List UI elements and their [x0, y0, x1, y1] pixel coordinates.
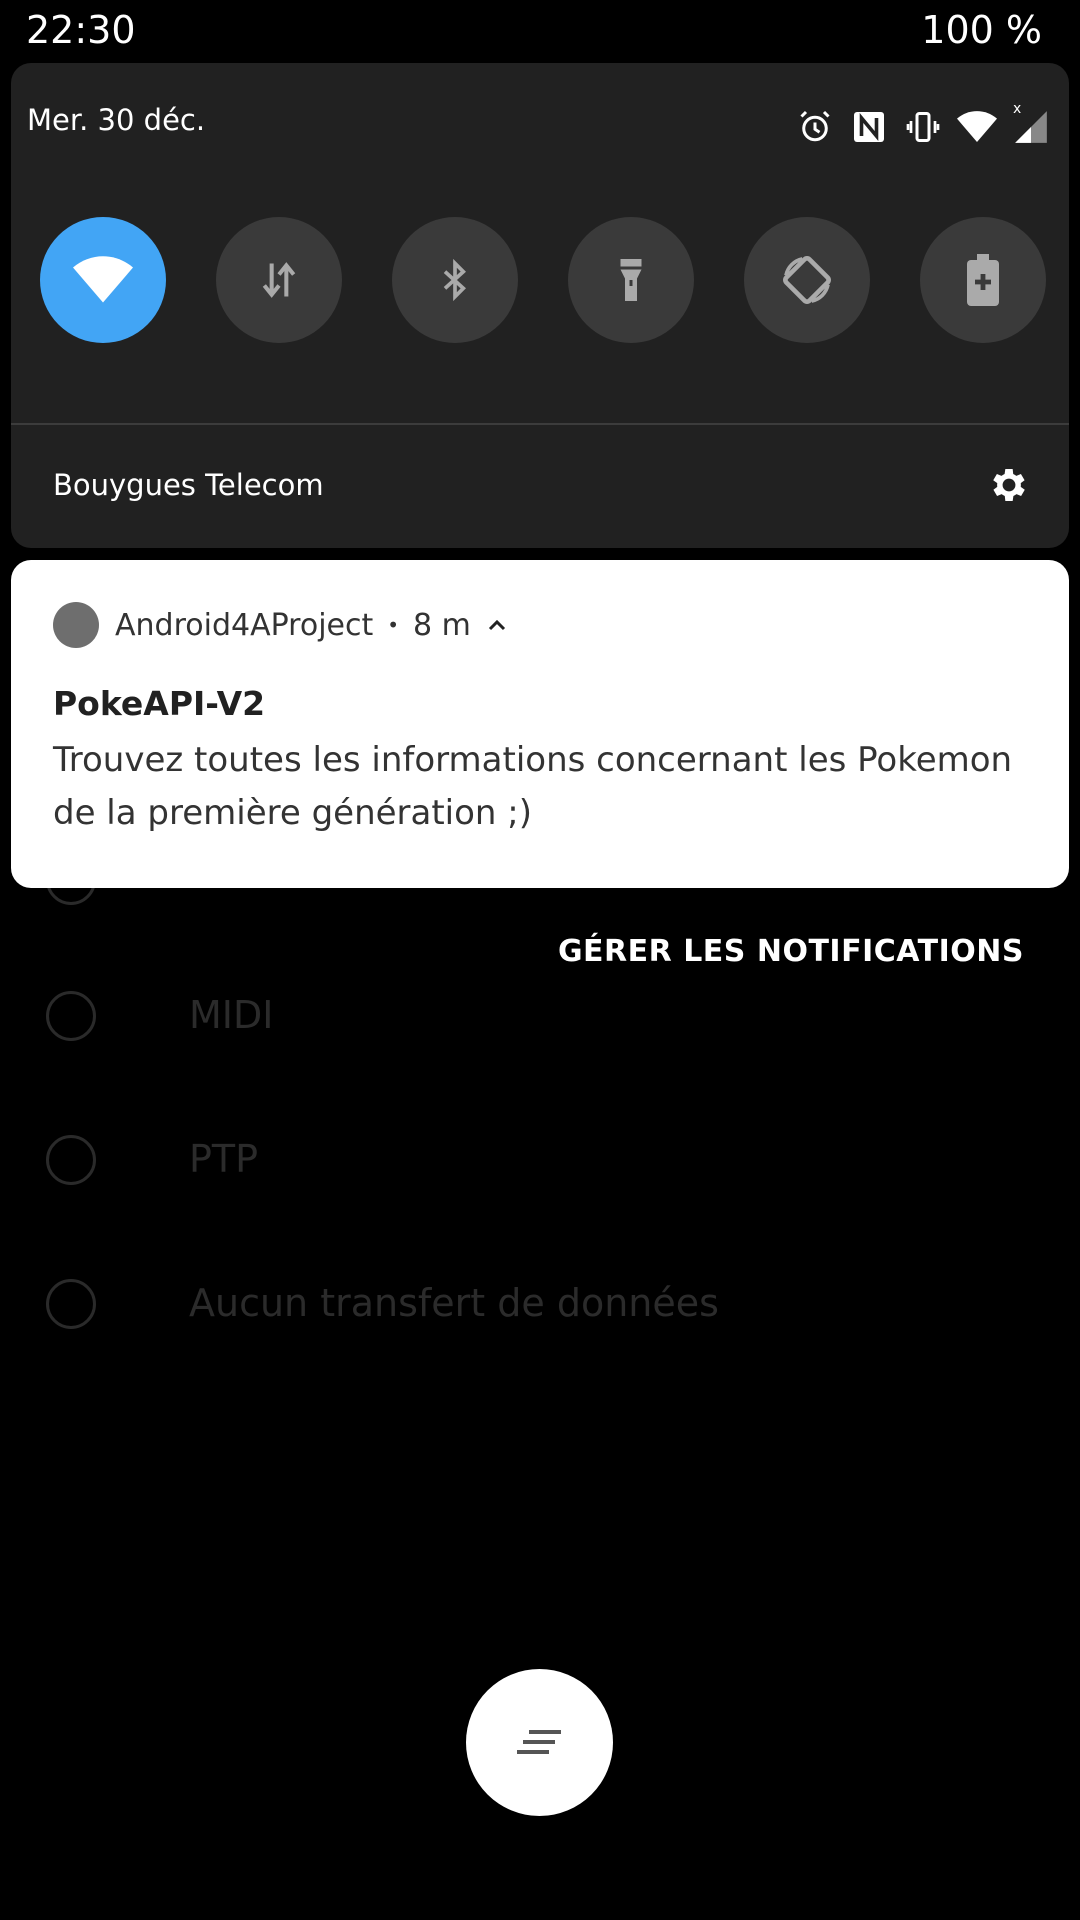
signal-icon: x [1011, 101, 1051, 147]
status-bar: 22:30 100 % [0, 0, 1080, 64]
vibrate-icon [903, 107, 943, 147]
notification-text: Trouvez toutes les informations concerna… [53, 740, 1013, 833]
notification-header: Android4AProject • 8 m [115, 602, 509, 648]
bluetooth-icon [443, 258, 466, 302]
radio-button[interactable] [46, 1135, 96, 1185]
tile-flashlight[interactable] [568, 217, 694, 343]
option-label: Aucun transfert de données [189, 1281, 719, 1325]
notification-card[interactable]: Android4AProject • 8 m PokeAPI-V2 Trouve… [11, 560, 1069, 888]
app-name: Android4AProject [115, 607, 374, 643]
app-icon [53, 602, 99, 648]
flashlight-icon [620, 259, 642, 301]
clear-all-button[interactable] [466, 1669, 613, 1816]
wifi-icon [73, 256, 133, 303]
nfc-icon [849, 107, 889, 147]
settings-button[interactable] [987, 463, 1031, 507]
tile-wifi[interactable] [40, 217, 166, 343]
radio-button[interactable] [46, 991, 96, 1041]
mobile-data-icon [262, 262, 296, 298]
tile-mobile-data[interactable] [216, 217, 342, 343]
option-label: MIDI [189, 993, 274, 1037]
radio-button[interactable] [46, 1279, 96, 1329]
divider [11, 423, 1069, 425]
option-label: PTP [189, 1137, 259, 1181]
notification-title: PokeAPI-V2 [53, 684, 266, 723]
auto-rotate-icon [783, 256, 831, 304]
tile-auto-rotate[interactable] [744, 217, 870, 343]
manage-notifications-button[interactable]: GÉRER LES NOTIFICATIONS [558, 934, 1024, 969]
menu-lines-icon [516, 1729, 561, 1754]
alarm-icon [795, 107, 835, 147]
no-data-indicator: x [1013, 101, 1022, 117]
battery-level: 100 % [921, 8, 1042, 52]
chevron-up-icon[interactable] [485, 613, 509, 637]
separator: • [387, 613, 400, 637]
gear-icon [993, 469, 1025, 501]
status-time: 22:30 [26, 8, 136, 52]
time-ago: 8 m [413, 607, 471, 643]
tile-bluetooth[interactable] [392, 217, 518, 343]
date-label: Mer. 30 déc. [27, 103, 206, 137]
tile-battery-saver[interactable] [920, 217, 1046, 343]
quick-settings-tiles [40, 217, 1050, 343]
quick-settings-panel: Mer. 30 déc. x Bouygues Telecom [11, 63, 1069, 548]
carrier-name: Bouygues Telecom [53, 468, 324, 502]
status-icons: x [795, 101, 1051, 151]
battery-saver-icon [967, 254, 999, 306]
wifi-icon [957, 107, 997, 147]
